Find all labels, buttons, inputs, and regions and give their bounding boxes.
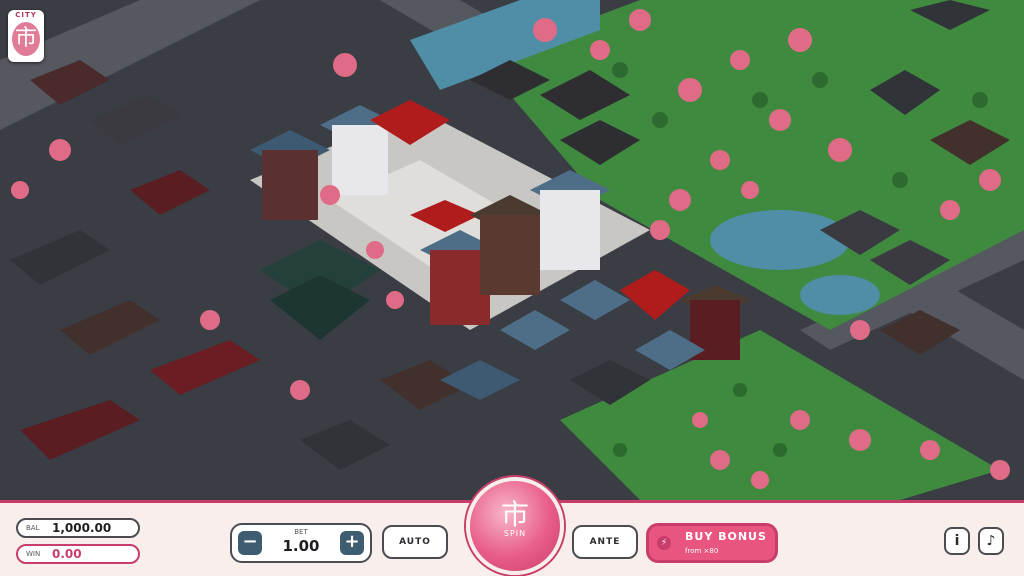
lightning-icon: ⚡	[657, 536, 671, 550]
buy-bonus-label: BUY BONUS	[685, 530, 767, 543]
ante-button[interactable]: ANTE	[572, 525, 638, 559]
balance-label: BAL	[26, 524, 40, 532]
balance-display: BAL 1,000.00	[16, 518, 140, 538]
city-game-board	[0, 0, 1024, 500]
auto-button[interactable]: AUTO	[382, 525, 448, 559]
spin-label: SPIN	[503, 529, 527, 538]
city-kanji-logo-icon: 市	[12, 22, 40, 56]
win-value: 0.00	[52, 547, 82, 561]
logo-top-text: CITY	[15, 11, 37, 19]
spin-button[interactable]: 市 SPIN	[466, 477, 564, 575]
win-display: WIN 0.00	[16, 544, 140, 564]
bet-increase-button[interactable]: +	[340, 531, 364, 555]
game-logo: CITY 市	[8, 10, 44, 62]
spin-kanji-icon: 市	[500, 498, 529, 531]
info-button[interactable]: i	[944, 527, 970, 555]
balance-value: 1,000.00	[52, 521, 112, 535]
bet-control: − BET 1.00 +	[230, 523, 372, 563]
sound-button[interactable]: ♪	[978, 527, 1004, 555]
win-label: WIN	[26, 550, 41, 558]
buy-bonus-button[interactable]: ⚡ BUY BONUS from ×80	[646, 523, 778, 563]
control-panel: BAL 1,000.00 WIN 0.00 − BET 1.00 + AUTO …	[0, 477, 1024, 576]
buy-bonus-price: from ×80	[685, 547, 719, 555]
